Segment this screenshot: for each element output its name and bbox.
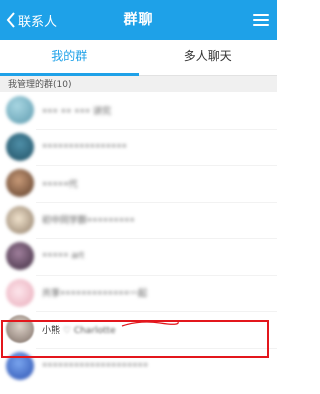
avatar bbox=[6, 132, 34, 161]
group-name: •••••••••••••••••••• bbox=[42, 360, 149, 371]
group-name: 初中同学群••••••••• bbox=[42, 216, 135, 227]
page-title: 群聊 bbox=[123, 12, 154, 28]
list-item[interactable]: ••• •• ••• 讲究 bbox=[0, 92, 277, 129]
tab-my-groups[interactable]: 我的群 bbox=[0, 40, 139, 76]
tab-bar: 我的群 多人聊天 bbox=[0, 40, 277, 76]
group-name: ••• •• ••• 讲究 bbox=[42, 106, 112, 117]
section-label: 我管理的群(10) bbox=[8, 80, 72, 90]
group-name: ••••• art bbox=[42, 251, 85, 262]
group-name: 共享•••••••••••••一起 bbox=[42, 289, 148, 300]
group-name: •••••代 bbox=[42, 179, 78, 190]
avatar bbox=[6, 242, 34, 271]
avatar bbox=[6, 278, 34, 307]
avatar bbox=[6, 205, 34, 234]
red-annotation-stroke bbox=[121, 321, 179, 327]
list-item[interactable]: ••••• art bbox=[0, 238, 277, 275]
group-name: •••••••••••••••• bbox=[42, 141, 127, 152]
list-item[interactable]: •••••••••••••••• bbox=[0, 128, 277, 166]
list-item[interactable]: •••••代 bbox=[0, 165, 277, 202]
list-item[interactable]: 共享•••••••••••••一起 bbox=[0, 274, 277, 312]
section-header: 我管理的群(10) bbox=[0, 76, 277, 92]
avatar bbox=[6, 96, 34, 125]
hamburger-menu-icon[interactable] bbox=[253, 11, 269, 29]
avatar bbox=[6, 169, 34, 198]
tab-multi-chat[interactable]: 多人聊天 bbox=[139, 40, 278, 75]
list-item[interactable]: 初中同学群••••••••• bbox=[0, 201, 277, 239]
top-bar: 联系人 群聊 bbox=[0, 0, 277, 40]
